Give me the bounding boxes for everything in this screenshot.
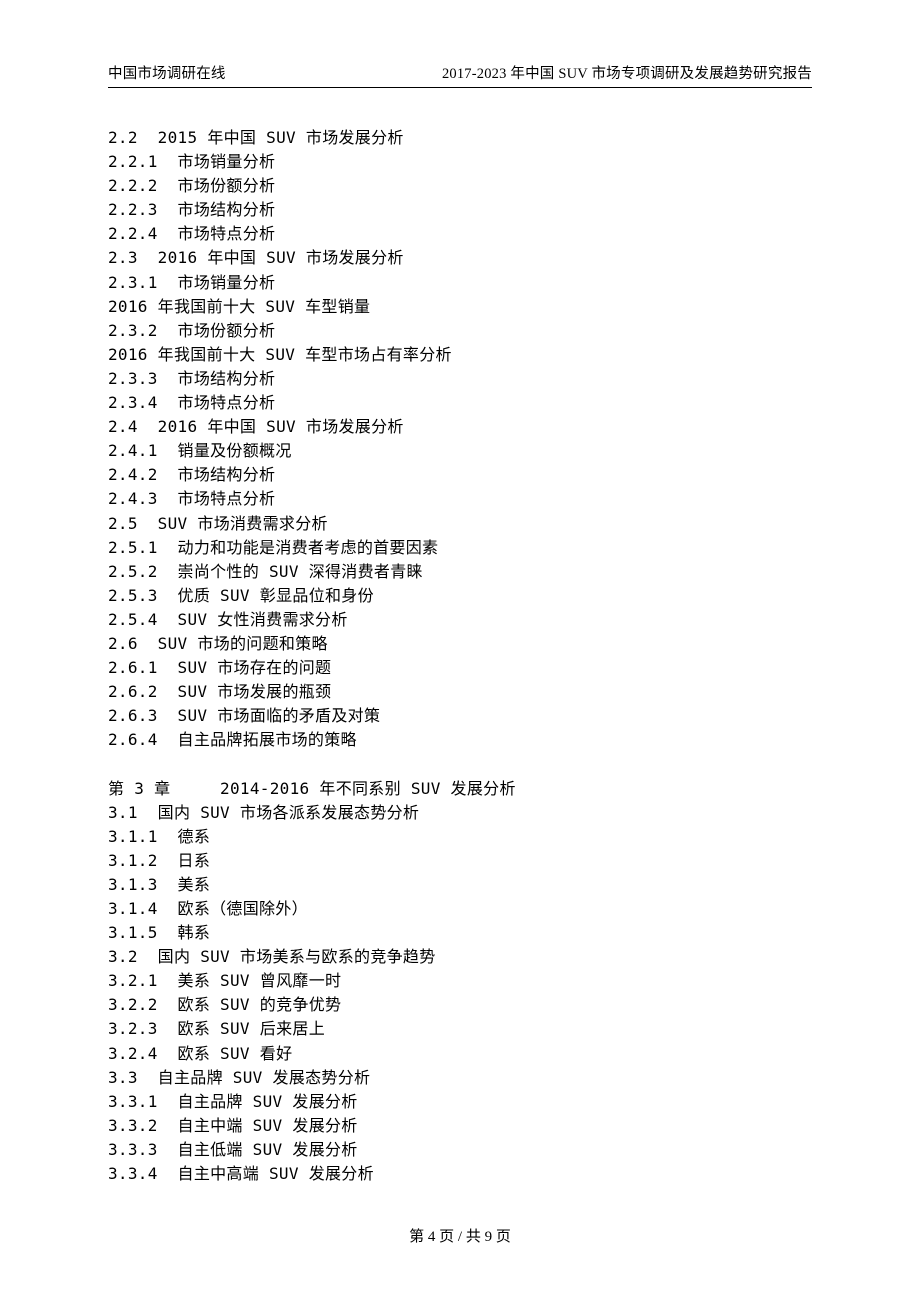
page-header: 中国市场调研在线 2017-2023 年中国 SUV 市场专项调研及发展趋势研究… bbox=[108, 62, 812, 88]
toc-entry: 3.1.2 日系 bbox=[108, 849, 812, 873]
toc-entry: 2.5.4 SUV 女性消费需求分析 bbox=[108, 608, 812, 632]
toc-entry: 3.2.2 欧系 SUV 的竞争优势 bbox=[108, 993, 812, 1017]
toc-entry: 2.4.2 市场结构分析 bbox=[108, 463, 812, 487]
toc-entry: 3.1.1 德系 bbox=[108, 825, 812, 849]
toc-entry: 3.2 国内 SUV 市场美系与欧系的竞争趋势 bbox=[108, 945, 812, 969]
toc-entry: 2.6.3 SUV 市场面临的矛盾及对策 bbox=[108, 704, 812, 728]
toc-entry: 3.2.1 美系 SUV 曾风靡一时 bbox=[108, 969, 812, 993]
toc-entry: 3.3.3 自主低端 SUV 发展分析 bbox=[108, 1138, 812, 1162]
toc-entry: 2.3.4 市场特点分析 bbox=[108, 391, 812, 415]
toc-entry: 2.5.2 崇尚个性的 SUV 深得消费者青睐 bbox=[108, 560, 812, 584]
toc-entry: 第 3 章 2014-2016 年不同系别 SUV 发展分析 bbox=[108, 777, 812, 801]
toc-entry: 2.2.4 市场特点分析 bbox=[108, 222, 812, 246]
toc-entry: 2.6.4 自主品牌拓展市场的策略 bbox=[108, 728, 812, 752]
toc-entry: 2.2 2015 年中国 SUV 市场发展分析 bbox=[108, 126, 812, 150]
toc-blank-line bbox=[108, 752, 812, 776]
toc-entry: 3.3.2 自主中端 SUV 发展分析 bbox=[108, 1114, 812, 1138]
toc-entry: 2.4 2016 年中国 SUV 市场发展分析 bbox=[108, 415, 812, 439]
toc-entry: 3.1.4 欧系（德国除外） bbox=[108, 897, 812, 921]
toc-entry: 2.4.1 销量及份额概况 bbox=[108, 439, 812, 463]
footer-mid1: 页 / bbox=[439, 1229, 462, 1245]
page-footer: 第 4 页 / 共 9 页 bbox=[0, 1225, 920, 1246]
toc-entry: 2.2.3 市场结构分析 bbox=[108, 198, 812, 222]
toc-entry: 2.2.2 市场份额分析 bbox=[108, 174, 812, 198]
toc-entry: 2.5.1 动力和功能是消费者考虑的首要因素 bbox=[108, 536, 812, 560]
page-container: 中国市场调研在线 2017-2023 年中国 SUV 市场专项调研及发展趋势研究… bbox=[0, 0, 920, 1186]
toc-entry: 2.5 SUV 市场消费需求分析 bbox=[108, 512, 812, 536]
toc-entry: 2.6 SUV 市场的问题和策略 bbox=[108, 632, 812, 656]
toc-entry: 3.2.3 欧系 SUV 后来居上 bbox=[108, 1017, 812, 1041]
toc-entry: 2.3 2016 年中国 SUV 市场发展分析 bbox=[108, 246, 812, 270]
footer-prefix: 第 bbox=[409, 1229, 424, 1245]
footer-total-pages: 9 bbox=[485, 1229, 493, 1245]
header-left-text: 中国市场调研在线 bbox=[108, 62, 226, 83]
toc-entry: 2016 年我国前十大 SUV 车型市场占有率分析 bbox=[108, 343, 812, 367]
toc-entry: 2.6.2 SUV 市场发展的瓶颈 bbox=[108, 680, 812, 704]
toc-entry: 2.4.3 市场特点分析 bbox=[108, 487, 812, 511]
header-right-text: 2017-2023 年中国 SUV 市场专项调研及发展趋势研究报告 bbox=[442, 62, 812, 83]
table-of-contents: 2.2 2015 年中国 SUV 市场发展分析2.2.1 市场销量分析2.2.2… bbox=[108, 126, 812, 1186]
toc-entry: 2016 年我国前十大 SUV 车型销量 bbox=[108, 295, 812, 319]
toc-entry: 2.2.1 市场销量分析 bbox=[108, 150, 812, 174]
toc-entry: 3.1.5 韩系 bbox=[108, 921, 812, 945]
toc-entry: 2.3.2 市场份额分析 bbox=[108, 319, 812, 343]
footer-current-page: 4 bbox=[428, 1229, 436, 1245]
toc-entry: 3.1.3 美系 bbox=[108, 873, 812, 897]
footer-mid2: 共 bbox=[466, 1229, 481, 1245]
footer-suffix: 页 bbox=[496, 1229, 511, 1245]
toc-entry: 2.5.3 优质 SUV 彰显品位和身份 bbox=[108, 584, 812, 608]
toc-entry: 2.6.1 SUV 市场存在的问题 bbox=[108, 656, 812, 680]
toc-entry: 3.3.1 自主品牌 SUV 发展分析 bbox=[108, 1090, 812, 1114]
toc-entry: 3.3.4 自主中高端 SUV 发展分析 bbox=[108, 1162, 812, 1186]
toc-entry: 2.3.3 市场结构分析 bbox=[108, 367, 812, 391]
toc-entry: 3.2.4 欧系 SUV 看好 bbox=[108, 1042, 812, 1066]
toc-entry: 3.3 自主品牌 SUV 发展态势分析 bbox=[108, 1066, 812, 1090]
toc-entry: 2.3.1 市场销量分析 bbox=[108, 271, 812, 295]
toc-entry: 3.1 国内 SUV 市场各派系发展态势分析 bbox=[108, 801, 812, 825]
